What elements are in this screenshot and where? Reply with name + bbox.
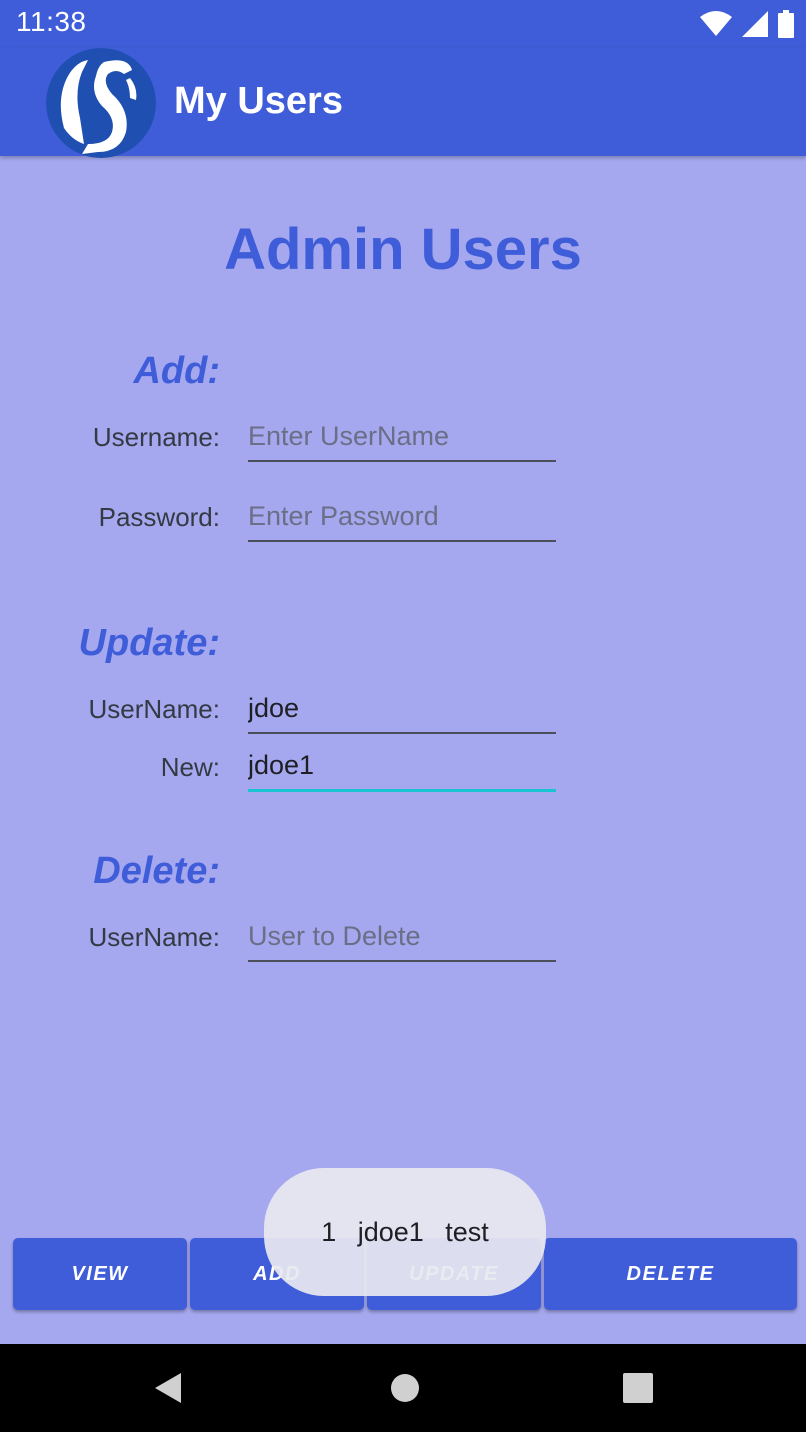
add-password-label: Password:: [98, 502, 220, 532]
delete-heading: Delete:: [93, 850, 220, 892]
app-logo: [46, 48, 156, 158]
update-username-input[interactable]: [248, 690, 556, 734]
add-username-input[interactable]: [248, 418, 556, 462]
add-heading: Add:: [133, 350, 220, 392]
delete-button[interactable]: DELETE: [544, 1238, 797, 1310]
update-heading: Update:: [78, 622, 220, 664]
back-icon[interactable]: [144, 1364, 192, 1412]
signal-icon: [742, 11, 768, 42]
app-title: My Users: [174, 80, 343, 122]
update-username-label: UserName:: [88, 694, 220, 724]
navigation-bar: [0, 1344, 806, 1432]
status-bar: 11:38: [0, 0, 806, 48]
status-time: 11:38: [16, 6, 87, 37]
page-title: Admin Users: [224, 217, 582, 282]
app-bar: My Users: [0, 48, 806, 158]
toast-text: 1 jdoe1 test: [321, 1216, 489, 1247]
home-icon[interactable]: [381, 1364, 429, 1412]
status-icons: [700, 10, 794, 43]
battery-icon: [778, 10, 794, 43]
update-new-input[interactable]: [248, 748, 556, 792]
recents-icon[interactable]: [614, 1364, 662, 1412]
toast-message: 1 jdoe1 test: [264, 1168, 546, 1296]
add-password-input[interactable]: [248, 498, 556, 542]
add-username-label: Username:: [92, 422, 220, 452]
delete-username-input[interactable]: [248, 918, 556, 962]
view-button[interactable]: VIEW: [13, 1238, 187, 1310]
update-new-label: New:: [160, 752, 220, 782]
delete-username-label: UserName:: [88, 922, 220, 952]
wifi-icon: [700, 11, 732, 42]
